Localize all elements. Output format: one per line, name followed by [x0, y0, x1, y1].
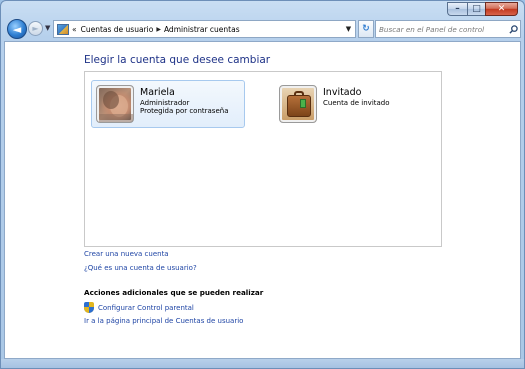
breadcrumb-overflow[interactable]: « [72, 25, 77, 34]
search-box [375, 20, 521, 38]
additional-actions-heading: Acciones adicionales que se pueden reali… [84, 288, 264, 297]
account-tile-invitado[interactable]: Invitado Cuenta de invitado [274, 80, 414, 128]
maximize-button[interactable]: □ [467, 2, 485, 16]
search-input[interactable] [379, 22, 506, 36]
control-panel-icon [57, 23, 69, 35]
guest-suitcase-icon [279, 85, 317, 123]
search-icon[interactable] [506, 22, 520, 36]
account-name: Mariela [140, 87, 175, 98]
what-is-account-link[interactable]: ¿Qué es una cuenta de usuario? [84, 264, 197, 272]
close-button[interactable]: ✕ [485, 2, 518, 16]
recent-pages-dropdown[interactable]: ▼ [45, 24, 50, 32]
refresh-button[interactable]: ↻ [358, 20, 374, 38]
control-panel-window: – □ ✕ ◄ ► ▼ « Cuentas de usuario ▶ Admin… [0, 0, 525, 369]
window-bottom-border [1, 359, 524, 368]
content-pane: Elegir la cuenta que desee cambiar Marie… [4, 41, 521, 359]
forward-button[interactable]: ► [28, 21, 43, 36]
breadcrumb-item-administrar[interactable]: Administrar cuentas [164, 25, 240, 34]
parental-control-link[interactable]: Configurar Control parental [98, 304, 194, 312]
user-photo [96, 85, 134, 123]
parental-control-row[interactable]: Configurar Control parental [84, 302, 194, 313]
caption-buttons: – □ ✕ [447, 2, 518, 16]
account-protection: Protegida por contraseña [140, 106, 229, 115]
breadcrumb-item-cuentas[interactable]: Cuentas de usuario [81, 25, 154, 34]
account-type: Cuenta de invitado [323, 98, 390, 107]
address-bar[interactable]: « Cuentas de usuario ▶ Administrar cuent… [53, 20, 356, 38]
account-tile-mariela[interactable]: Mariela Administrador Protegida por cont… [91, 80, 245, 128]
page-title: Elegir la cuenta que desee cambiar [84, 54, 271, 66]
navigation-toolbar: ◄ ► ▼ « Cuentas de usuario ▶ Administrar… [4, 19, 521, 41]
user-accounts-home-link[interactable]: Ir a la página principal de Cuentas de u… [84, 317, 243, 325]
account-type: Administrador [140, 98, 190, 107]
account-name: Invitado [323, 87, 362, 98]
back-button[interactable]: ◄ [7, 19, 27, 39]
breadcrumb-separator-arrow[interactable]: ▶ [156, 26, 161, 33]
uac-shield-icon [84, 302, 94, 313]
minimize-button[interactable]: – [447, 2, 467, 16]
accounts-list: Mariela Administrador Protegida por cont… [84, 71, 442, 247]
create-account-link[interactable]: Crear una nueva cuenta [84, 250, 169, 258]
address-dropdown-button[interactable]: ▼ [342, 21, 355, 37]
